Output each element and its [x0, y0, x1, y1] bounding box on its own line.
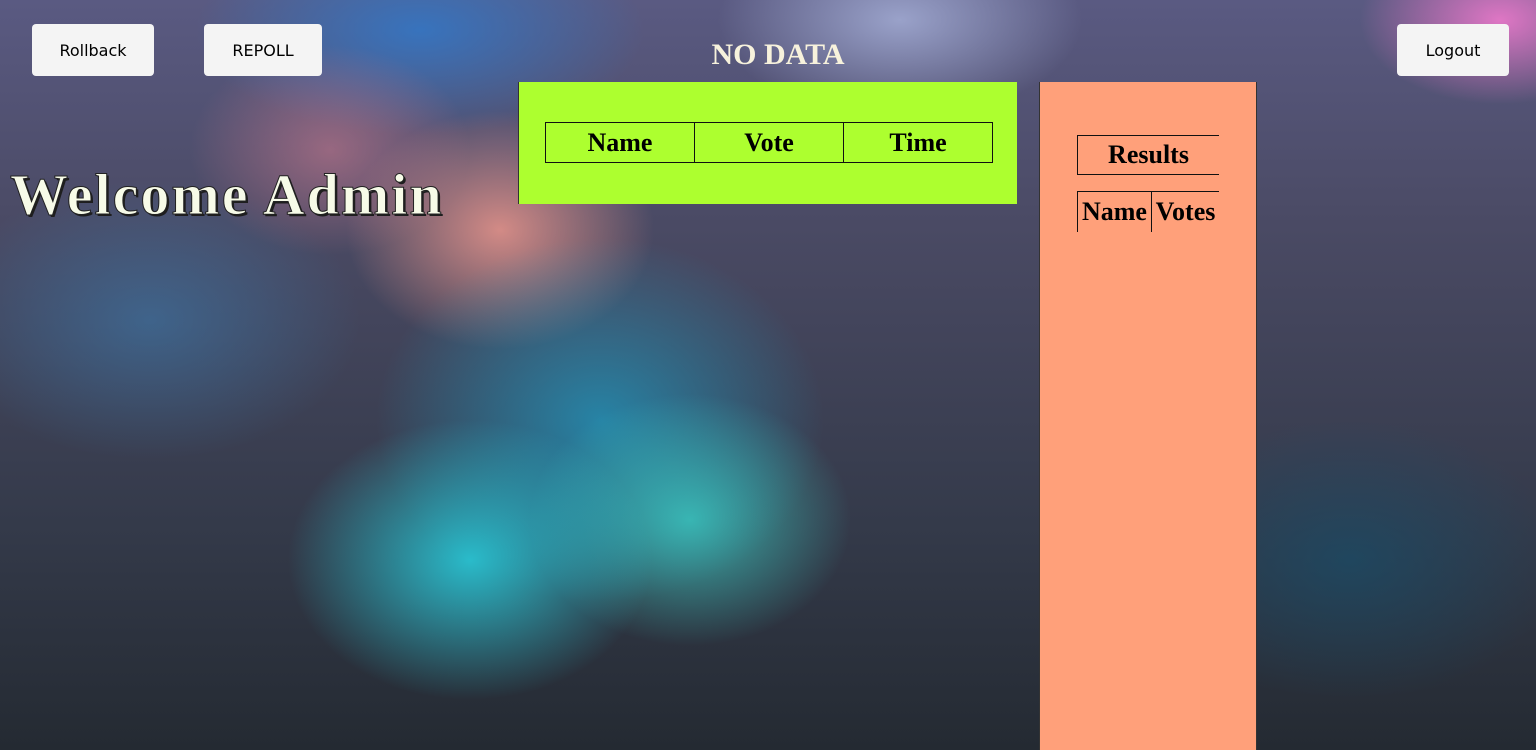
logout-button[interactable]: Logout: [1397, 24, 1509, 76]
repoll-button[interactable]: REPOLL: [204, 24, 322, 76]
votes-col-name: Name: [545, 122, 695, 163]
votes-col-vote: Vote: [694, 122, 844, 163]
votes-table: Name Vote Time: [545, 122, 993, 163]
votes-table-header-row: Name Vote Time: [545, 122, 993, 163]
results-title: Results: [1077, 135, 1219, 175]
status-message: NO DATA: [711, 38, 845, 71]
rollback-button[interactable]: Rollback: [32, 24, 154, 76]
results-table: Name Votes: [1077, 191, 1219, 232]
results-panel: Results Name Votes: [1039, 82, 1257, 750]
votes-panel: Name Vote Time: [518, 82, 1017, 204]
results-col-name: Name: [1077, 192, 1151, 232]
welcome-heading: Welcome Admin: [10, 162, 444, 228]
votes-col-time: Time: [843, 122, 993, 163]
results-col-votes: Votes: [1151, 192, 1219, 232]
